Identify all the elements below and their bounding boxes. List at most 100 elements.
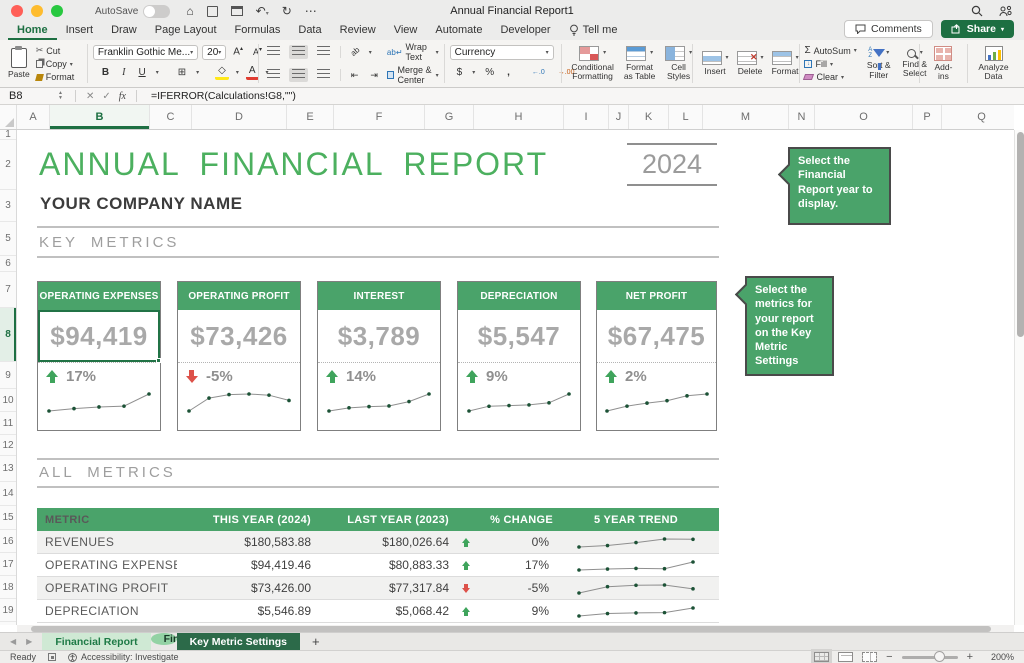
worksheet-area[interactable]: ANNUAL FINANCIAL REPORT 2024 Select the … xyxy=(17,130,1014,625)
row-header-14[interactable]: 14 xyxy=(0,482,16,506)
column-header-H[interactable]: H xyxy=(474,105,564,129)
number-format-select[interactable]: Currency▾ xyxy=(450,45,554,60)
maximize-window-button[interactable] xyxy=(51,5,63,17)
column-header-J[interactable]: J xyxy=(609,105,629,129)
row-header-15[interactable]: 15 xyxy=(0,506,16,530)
format-as-table-button[interactable]: ▾ Format as Table xyxy=(619,45,661,83)
tab-data[interactable]: Data xyxy=(289,24,330,40)
font-name-select[interactable]: Franklin Gothic Me...▾ xyxy=(93,45,198,60)
sheet-tab-financial-report[interactable]: Financial Report xyxy=(42,633,150,650)
table-row-revenues[interactable]: REVENUES $180,583.88 $180,026.64 0% xyxy=(37,531,719,554)
row-header-2[interactable]: 2 xyxy=(0,140,16,190)
tab-tell-me[interactable]: Tell me xyxy=(560,24,627,40)
insert-cells-button[interactable]: ▾ Insert xyxy=(698,50,733,77)
comments-button[interactable]: Comments xyxy=(844,20,933,38)
conditional-formatting-button[interactable]: ▾ Conditional Formatting xyxy=(567,45,619,83)
clear-button[interactable]: Clear▾ xyxy=(804,72,856,82)
column-header-B[interactable]: B xyxy=(50,105,150,129)
copy-button[interactable]: Copy▾ xyxy=(36,59,75,69)
row-header-5[interactable]: 5 xyxy=(0,222,16,256)
increase-decimal-icon[interactable]: ←.0 xyxy=(529,68,548,77)
borders-icon[interactable]: ⊞ xyxy=(175,67,189,79)
row-header-18[interactable]: 18 xyxy=(0,576,16,599)
align-bottom-icon[interactable] xyxy=(314,45,333,59)
add-ins-button[interactable]: Add-ins xyxy=(925,45,961,83)
metric-card-value-cell[interactable]: $3,789 xyxy=(318,310,440,362)
decrease-indent-icon[interactable]: ⇤ xyxy=(348,70,362,81)
align-top-icon[interactable] xyxy=(264,45,283,59)
row-header-8[interactable]: 8 xyxy=(0,308,16,362)
next-sheet-icon[interactable]: ▶ xyxy=(26,637,32,646)
column-header-M[interactable]: M xyxy=(703,105,789,129)
name-box-stepper[interactable]: ▲▼ xyxy=(58,91,63,101)
metric-card-value-cell[interactable]: $73,426 xyxy=(178,310,300,362)
tab-home[interactable]: Home xyxy=(8,24,57,40)
zoom-slider-knob[interactable] xyxy=(934,651,945,662)
formula-input[interactable]: =IFERROR(Calculations!G8,"") xyxy=(151,90,296,102)
zoom-out-icon[interactable]: − xyxy=(886,651,892,663)
wrap-text-button[interactable]: ab↵Wrap Text▾ xyxy=(387,42,439,62)
autosum-button[interactable]: ΣAutoSum▾ xyxy=(804,45,856,56)
row-header-10[interactable]: 10 xyxy=(0,389,16,412)
row-header-19[interactable]: 19 xyxy=(0,599,16,622)
tab-review[interactable]: Review xyxy=(331,24,385,40)
vertical-scrollbar-thumb[interactable] xyxy=(1017,132,1024,337)
format-painter-button[interactable]: Format xyxy=(36,72,75,82)
table-row-operating-expenses[interactable]: OPERATING EXPENSES $94,419.46 $80,883.33… xyxy=(37,554,719,577)
tab-draw[interactable]: Draw xyxy=(102,24,146,40)
report-year-cell[interactable]: 2024 xyxy=(627,143,717,186)
tab-view[interactable]: View xyxy=(385,24,427,40)
row-header-12[interactable]: 12 xyxy=(0,435,16,456)
horizontal-scrollbar[interactable] xyxy=(17,625,1014,632)
column-header-Q[interactable]: Q xyxy=(942,105,1014,129)
align-right-icon[interactable] xyxy=(314,68,333,82)
table-row-depreciation[interactable]: DEPRECIATION $5,546.89 $5,068.42 9% xyxy=(37,600,719,623)
row-header-7[interactable]: 7 xyxy=(0,272,16,308)
prev-sheet-icon[interactable]: ◀ xyxy=(10,637,16,646)
normal-view-icon[interactable] xyxy=(814,652,829,662)
accessibility-status[interactable]: Accessibility: Investigate xyxy=(68,652,179,662)
align-middle-icon[interactable] xyxy=(289,45,308,59)
horizontal-scrollbar-thumb[interactable] xyxy=(31,626,991,632)
fill-color-icon[interactable]: ◇ xyxy=(215,65,229,80)
accounting-format-icon[interactable]: $ xyxy=(454,67,466,79)
zoom-slider[interactable] xyxy=(902,656,958,659)
confirm-entry-icon[interactable]: ✓ xyxy=(102,91,110,102)
paste-button[interactable]: Paste xyxy=(4,47,34,80)
column-header-K[interactable]: K xyxy=(629,105,669,129)
page-layout-view-icon[interactable] xyxy=(838,652,853,662)
column-header-C[interactable]: C xyxy=(150,105,192,129)
align-left-icon[interactable] xyxy=(264,68,283,82)
share-button[interactable]: Share ▾ xyxy=(941,20,1014,38)
sheet-tab-key-metric-settings[interactable]: Key Metric Settings xyxy=(177,633,300,650)
autosave-toggle[interactable] xyxy=(143,5,170,18)
merge-center-button[interactable]: Merge & Center▾ xyxy=(387,65,439,85)
macro-record-icon[interactable] xyxy=(48,653,56,661)
comma-style-icon[interactable]: , xyxy=(504,67,513,79)
sort-filter-button[interactable]: AZ▾ Sort & Filter xyxy=(861,46,897,81)
search-icon[interactable] xyxy=(971,5,983,17)
autosave-control[interactable]: AutoSave xyxy=(95,5,170,18)
column-header-E[interactable]: E xyxy=(287,105,334,129)
column-header-P[interactable]: P xyxy=(913,105,942,129)
column-header-O[interactable]: O xyxy=(815,105,913,129)
tab-insert[interactable]: Insert xyxy=(57,24,103,40)
insert-function-icon[interactable]: fx xyxy=(119,91,126,102)
tab-page-layout[interactable]: Page Layout xyxy=(146,24,226,40)
vertical-scrollbar[interactable] xyxy=(1014,130,1024,625)
column-header-I[interactable]: I xyxy=(564,105,609,129)
metric-card-value-cell[interactable]: $67,475 xyxy=(597,310,716,362)
row-header-3[interactable]: 3 xyxy=(0,190,16,222)
page-break-view-icon[interactable] xyxy=(862,652,877,662)
minimize-window-button[interactable] xyxy=(31,5,43,17)
home-icon[interactable]: ⌂ xyxy=(186,5,193,17)
orientation-icon[interactable]: ab xyxy=(346,43,364,60)
zoom-in-icon[interactable]: + xyxy=(967,651,973,663)
select-all-corner[interactable] xyxy=(0,105,17,129)
cut-button[interactable]: ✂Cut xyxy=(36,45,75,56)
row-header-1[interactable]: 1 xyxy=(0,130,16,140)
analyze-data-button[interactable]: Analyze Data xyxy=(973,45,1015,83)
row-header-13[interactable]: 13 xyxy=(0,456,16,482)
add-sheet-button[interactable]: + xyxy=(300,633,332,650)
increase-indent-icon[interactable]: ⇥ xyxy=(367,70,381,81)
